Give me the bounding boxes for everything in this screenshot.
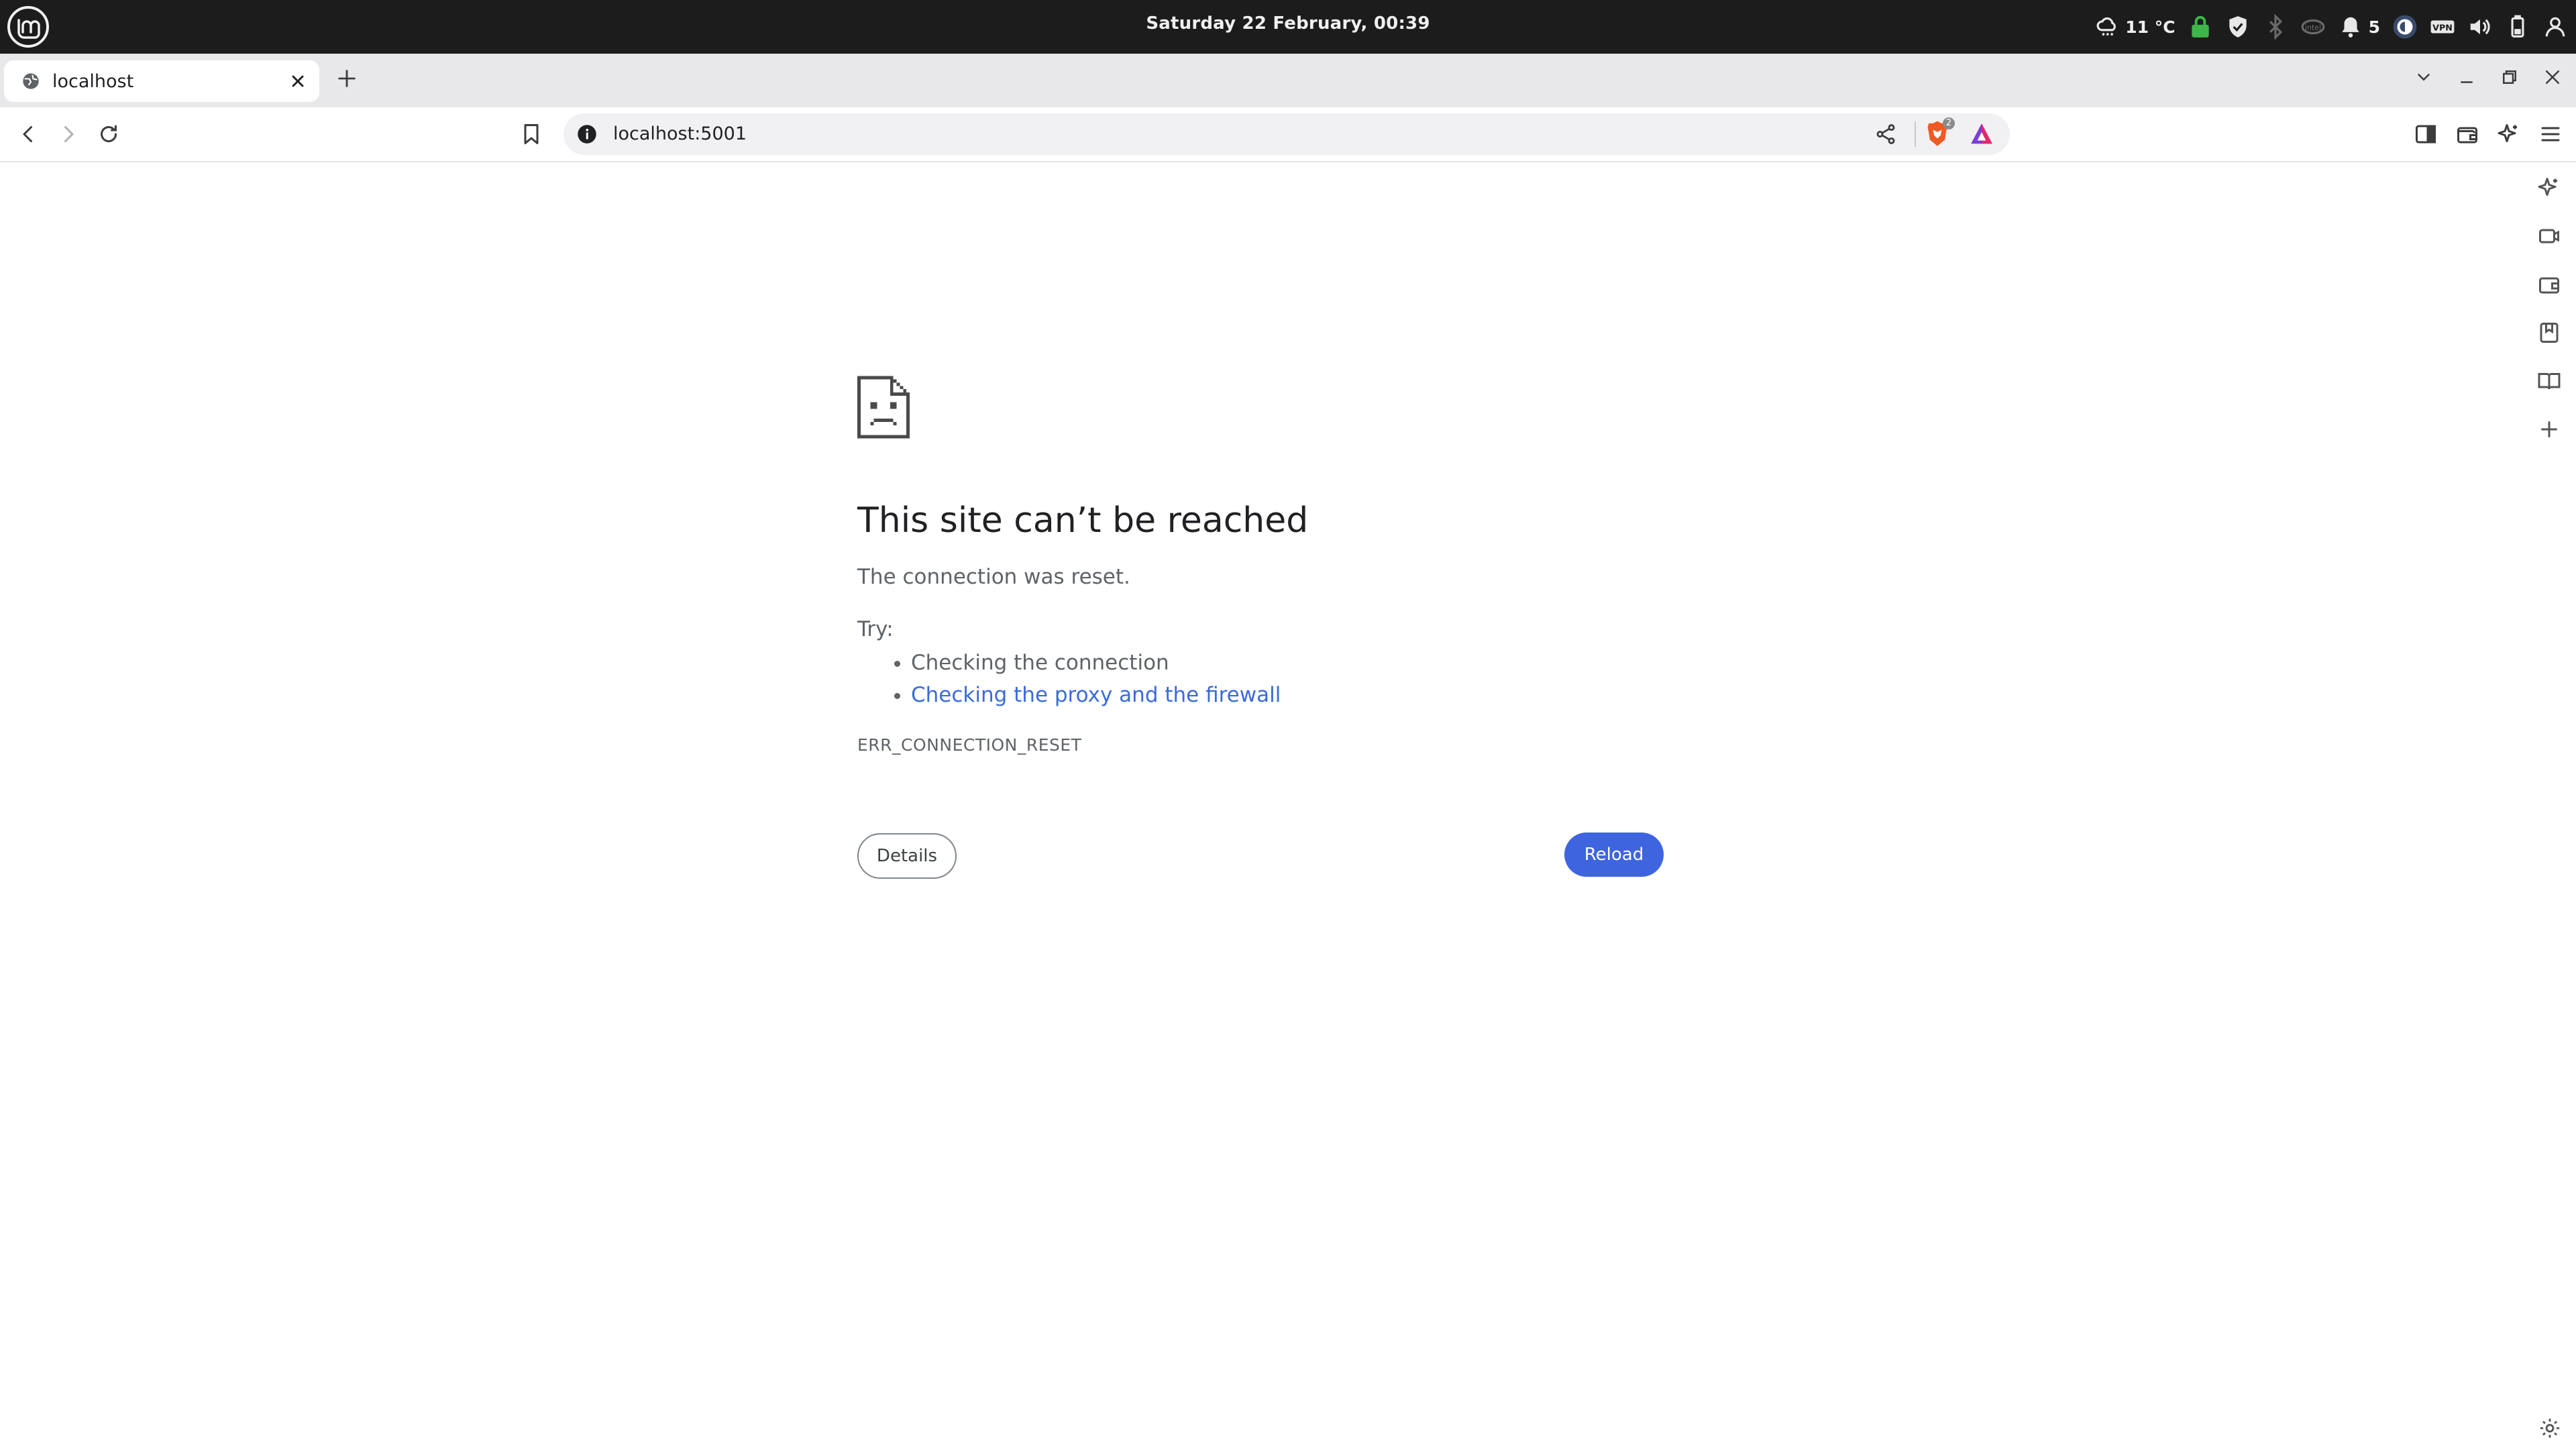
error-summary: The connection was reset. xyxy=(857,565,1130,589)
error-title: This site can’t be reached xyxy=(857,500,1309,541)
privacy-indicator-icon[interactable] xyxy=(2392,14,2418,40)
shields-blocked-count: 2 xyxy=(1943,117,1955,129)
reading-list-icon[interactable] xyxy=(2537,369,2561,393)
vpn-icon[interactable]: VPN xyxy=(2430,14,2455,40)
bookmark-icon[interactable] xyxy=(519,122,543,146)
gear-icon[interactable] xyxy=(2538,1417,2561,1440)
globe-icon xyxy=(21,72,40,91)
system-tray: 11 °C intel 5 VPN xyxy=(2094,8,2568,46)
address-bar-divider xyxy=(1915,121,1916,147)
suggestion-list: Checking the connection Checking the pro… xyxy=(894,647,1281,711)
os-top-panel: Saturday 22 February, 00:39 11 °C intel … xyxy=(0,0,2576,54)
tab-title: localhost xyxy=(52,71,134,92)
sidebar-panel xyxy=(2537,176,2561,441)
restore-icon[interactable] xyxy=(2500,67,2520,87)
weather-temperature: 11 °C xyxy=(2125,17,2176,37)
menu-icon[interactable] xyxy=(2538,122,2563,146)
shield-icon[interactable] xyxy=(2225,14,2251,40)
volume-icon[interactable] xyxy=(2467,14,2493,40)
window-controls xyxy=(2414,67,2563,87)
svg-text:VPN: VPN xyxy=(2432,23,2453,33)
error-code: ERR_CONNECTION_RESET xyxy=(857,735,1082,755)
details-button[interactable]: Details xyxy=(857,833,957,879)
proxy-firewall-link[interactable]: Checking the proxy and the firewall xyxy=(911,683,1281,707)
wallet-icon[interactable] xyxy=(2537,272,2561,297)
close-tab-icon[interactable] xyxy=(288,72,307,91)
svg-text:intel: intel xyxy=(2304,23,2320,32)
notification-count: 5 xyxy=(2368,17,2380,37)
reload-icon[interactable] xyxy=(97,122,121,146)
suggestion-text: Checking the connection xyxy=(911,651,1169,675)
list-item: Checking the connection xyxy=(911,647,1281,679)
url-text[interactable]: localhost:5001 xyxy=(613,123,747,144)
weather-applet[interactable]: 11 °C xyxy=(2094,14,2176,40)
user-icon[interactable] xyxy=(2542,14,2568,40)
sad-document-icon xyxy=(857,376,910,439)
toolbar-right-tools xyxy=(2414,122,2563,146)
minimize-icon[interactable] xyxy=(2457,67,2477,87)
brave-rewards-icon[interactable] xyxy=(1968,121,1995,147)
reload-button[interactable]: Reload xyxy=(1564,833,1664,877)
tab-strip: localhost xyxy=(0,54,2576,107)
notifications-applet[interactable]: 5 xyxy=(2338,14,2380,40)
tab-search-chevron-icon[interactable] xyxy=(2414,67,2434,87)
bluetooth-icon[interactable] xyxy=(2263,14,2288,40)
site-info-icon[interactable] xyxy=(577,124,597,144)
intel-gpu-icon[interactable]: intel xyxy=(2300,14,2326,40)
bookmarks-icon[interactable] xyxy=(2537,321,2561,345)
forward-arrow-icon[interactable] xyxy=(56,122,80,146)
list-item: Checking the proxy and the firewall xyxy=(911,679,1281,711)
vpn-lock-icon[interactable] xyxy=(2188,14,2213,40)
notifications-icon xyxy=(2338,14,2363,40)
share-icon[interactable] xyxy=(1874,123,1897,146)
weather-cloud-icon xyxy=(2094,14,2120,40)
wallet-icon[interactable] xyxy=(2455,122,2479,146)
tab-localhost[interactable]: localhost xyxy=(4,60,319,102)
leo-ai-icon[interactable] xyxy=(2497,122,2521,146)
browser-toolbar: localhost:5001 2 xyxy=(0,107,2576,162)
video-icon[interactable] xyxy=(2537,224,2561,248)
sidebar-toggle-icon[interactable] xyxy=(2414,122,2438,146)
battery-icon[interactable] xyxy=(2505,14,2530,40)
close-window-icon[interactable] xyxy=(2542,67,2563,87)
back-arrow-icon[interactable] xyxy=(16,122,40,146)
add-icon[interactable] xyxy=(2537,417,2561,441)
try-label: Try: xyxy=(857,617,894,641)
leo-ai-icon[interactable] xyxy=(2537,176,2561,200)
address-bar[interactable]: localhost:5001 2 xyxy=(564,113,2010,155)
new-tab-icon[interactable] xyxy=(335,67,358,90)
